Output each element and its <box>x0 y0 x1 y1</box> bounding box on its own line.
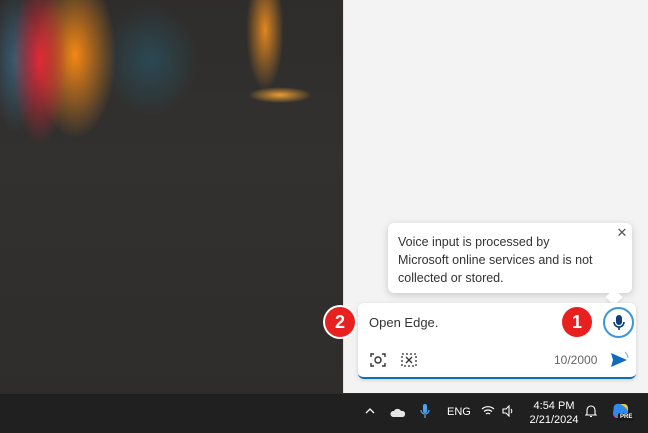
language-indicator[interactable]: ENG <box>447 406 471 418</box>
wifi-icon[interactable] <box>481 404 495 422</box>
notification-bell-icon[interactable] <box>584 404 598 423</box>
chat-input[interactable]: Open Edge. <box>369 315 438 330</box>
voice-input-tooltip: Voice input is processed by Microsoft on… <box>388 223 632 293</box>
callout-1: 1 <box>562 307 592 337</box>
tooltip-text: Voice input is processed by Microsoft on… <box>398 235 593 285</box>
desktop-wallpaper <box>0 0 343 393</box>
onedrive-icon[interactable] <box>390 405 406 423</box>
clock-time: 4:54 PM <box>533 400 575 412</box>
snip-icon[interactable] <box>400 351 418 369</box>
show-hidden-icons-icon[interactable] <box>364 404 376 422</box>
clock[interactable]: 4:54 PM 2/21/2024 <box>526 399 582 427</box>
character-count: 10/2000 <box>554 353 598 367</box>
send-icon <box>611 351 629 367</box>
send-button[interactable] <box>608 349 630 371</box>
screenshot-icon[interactable] <box>369 351 387 369</box>
copilot-icon[interactable]: PRE <box>610 401 635 423</box>
callout-2: 2 <box>325 307 355 337</box>
microphone-icon <box>612 314 625 330</box>
microphone-button[interactable] <box>603 307 634 338</box>
volume-icon[interactable] <box>502 404 516 422</box>
close-icon[interactable]: ✕ <box>615 226 629 240</box>
preview-badge: PRE <box>618 413 635 421</box>
microphone-in-use-icon[interactable] <box>420 403 430 424</box>
clock-date: 2/21/2024 <box>529 414 579 426</box>
